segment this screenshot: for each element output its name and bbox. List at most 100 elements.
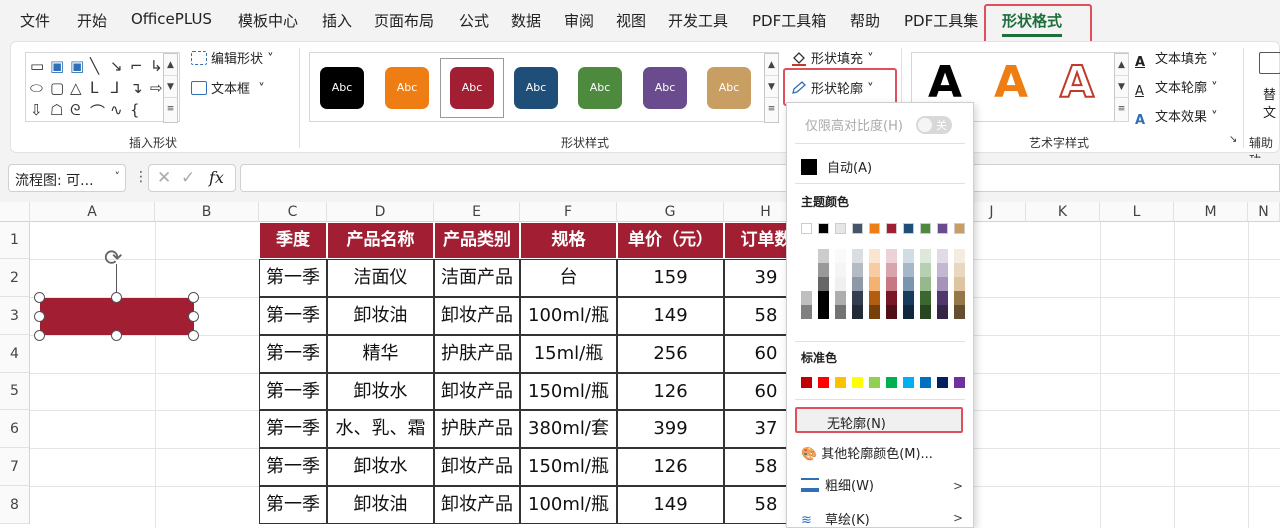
menu-templates[interactable]: 模板中心: [238, 10, 298, 31]
table-cell[interactable]: 399: [617, 410, 724, 448]
column-header[interactable]: B: [155, 202, 259, 222]
resize-handle[interactable]: [188, 330, 199, 341]
table-cell[interactable]: 第一季: [259, 297, 327, 335]
theme-color-swatch[interactable]: [954, 223, 965, 234]
no-outline-item[interactable]: 无轮廓(N): [795, 407, 963, 433]
table-header-cell[interactable]: 单价（元）: [617, 222, 724, 259]
textbox-shape-icon[interactable]: ▣: [50, 57, 64, 75]
standard-color-swatch[interactable]: [954, 377, 965, 388]
down-arrow-shape-icon[interactable]: ⇩: [30, 101, 43, 119]
theme-shade-swatch[interactable]: [835, 277, 846, 291]
row-header[interactable]: 6: [0, 410, 30, 448]
freeform-shape-icon[interactable]: ☖: [50, 101, 63, 119]
table-cell[interactable]: 149: [617, 297, 724, 335]
resize-handle[interactable]: [34, 330, 45, 341]
scroll-up-icon[interactable]: ▲: [765, 54, 778, 76]
scroll-down-icon[interactable]: ▼: [765, 76, 778, 98]
gallery-expand-icon[interactable]: ≡: [1115, 98, 1128, 120]
theme-shade-swatch[interactable]: [920, 291, 931, 305]
theme-shade-swatch[interactable]: [886, 263, 897, 277]
table-cell[interactable]: 100ml/瓶: [520, 297, 617, 335]
column-header[interactable]: N: [1248, 202, 1280, 222]
line-shape-icon[interactable]: ╲: [90, 57, 99, 75]
menu-help[interactable]: 帮助: [850, 10, 880, 31]
column-header[interactable]: E: [434, 202, 520, 222]
alt-text-icon[interactable]: [1259, 52, 1280, 74]
styles-gallery-scroll[interactable]: ▲ ▼ ≡: [764, 53, 779, 123]
theme-shade-swatch[interactable]: [852, 277, 863, 291]
wordart-outline-icon[interactable]: A: [1059, 56, 1095, 109]
theme-shade-swatch[interactable]: [801, 291, 812, 305]
table-cell[interactable]: 159: [617, 259, 724, 297]
scroll-up-icon[interactable]: ▲: [164, 54, 177, 76]
theme-shade-swatch[interactable]: [801, 305, 812, 319]
rotate-handle-icon[interactable]: ⟳: [104, 246, 122, 271]
row-header[interactable]: 7: [0, 448, 30, 486]
table-cell[interactable]: 100ml/瓶: [520, 486, 617, 524]
table-cell[interactable]: 第一季: [259, 373, 327, 410]
table-cell[interactable]: 150ml/瓶: [520, 448, 617, 486]
menu-formulas[interactable]: 公式: [459, 10, 489, 31]
shape-gallery-scroll[interactable]: ▲ ▼ ≡: [163, 53, 178, 123]
theme-shade-swatch[interactable]: [886, 305, 897, 319]
theme-color-swatch[interactable]: [835, 223, 846, 234]
chevron-down-icon[interactable]: ˅: [115, 170, 121, 183]
table-cell[interactable]: 卸妆油: [327, 486, 434, 524]
row-header[interactable]: 4: [0, 335, 30, 373]
theme-shade-swatch[interactable]: [954, 277, 965, 291]
menu-page-layout[interactable]: 页面布局: [374, 10, 434, 31]
menu-officeplus[interactable]: OfficePLUS: [131, 10, 212, 28]
table-cell[interactable]: 台: [520, 259, 617, 297]
menu-pdf-toolbox[interactable]: PDF工具箱: [752, 10, 826, 31]
table-cell[interactable]: 126: [617, 448, 724, 486]
table-cell[interactable]: 256: [617, 335, 724, 373]
row-header[interactable]: 5: [0, 373, 30, 410]
theme-shade-swatch[interactable]: [903, 263, 914, 277]
gallery-expand-icon[interactable]: ≡: [164, 98, 177, 120]
table-cell[interactable]: 第一季: [259, 410, 327, 448]
theme-shade-swatch[interactable]: [937, 291, 948, 305]
textbox-button[interactable]: 文本框 ˅: [191, 78, 265, 97]
table-cell[interactable]: 第一季: [259, 335, 327, 373]
more-options-icon[interactable]: ⋮: [134, 169, 148, 185]
theme-color-swatch[interactable]: [920, 223, 931, 234]
theme-shade-swatch[interactable]: [903, 291, 914, 305]
standard-color-swatch[interactable]: [835, 377, 846, 388]
table-header-cell[interactable]: 规格: [520, 222, 617, 259]
table-cell[interactable]: 380ml/套: [520, 410, 617, 448]
select-all-corner[interactable]: [0, 202, 30, 222]
curve-connector-shape-icon[interactable]: ↳: [150, 57, 163, 75]
column-header[interactable]: G: [617, 202, 724, 222]
theme-color-swatch[interactable]: [869, 223, 880, 234]
standard-color-swatch[interactable]: [801, 377, 812, 388]
table-header-cell[interactable]: 产品类别: [434, 222, 520, 259]
scroll-up-icon[interactable]: ▲: [1115, 54, 1128, 76]
formula-input[interactable]: [240, 164, 1280, 192]
vertical-textbox-shape-icon[interactable]: ▣: [70, 57, 84, 75]
theme-shade-swatch[interactable]: [920, 249, 931, 263]
theme-color-swatch[interactable]: [886, 223, 897, 234]
theme-shade-swatch[interactable]: [937, 277, 948, 291]
column-header[interactable]: M: [1174, 202, 1248, 222]
table-cell[interactable]: 卸妆水: [327, 448, 434, 486]
theme-shade-swatch[interactable]: [818, 291, 829, 305]
insert-function-icon[interactable]: fx: [209, 168, 224, 187]
theme-shade-swatch[interactable]: [818, 305, 829, 319]
theme-shade-swatch[interactable]: [886, 249, 897, 263]
table-header-cell[interactable]: 季度: [259, 222, 327, 259]
theme-shade-swatch[interactable]: [818, 249, 829, 263]
edit-shape-button[interactable]: 编辑形状 ˅: [191, 48, 274, 67]
resize-handle[interactable]: [111, 292, 122, 303]
theme-shade-swatch[interactable]: [920, 263, 931, 277]
table-cell[interactable]: 150ml/瓶: [520, 373, 617, 410]
theme-shade-swatch[interactable]: [886, 291, 897, 305]
theme-shade-swatch[interactable]: [869, 263, 880, 277]
style-swatch-tan[interactable]: Abc: [707, 67, 751, 109]
resize-handle[interactable]: [34, 292, 45, 303]
style-swatch-black[interactable]: Abc: [320, 67, 364, 109]
arrow-line-shape-icon[interactable]: ↘: [110, 57, 123, 75]
theme-color-swatch[interactable]: [937, 223, 948, 234]
high-contrast-toggle[interactable]: 关: [916, 116, 952, 134]
table-cell[interactable]: 水、乳、霜: [327, 410, 434, 448]
theme-shade-swatch[interactable]: [835, 263, 846, 277]
